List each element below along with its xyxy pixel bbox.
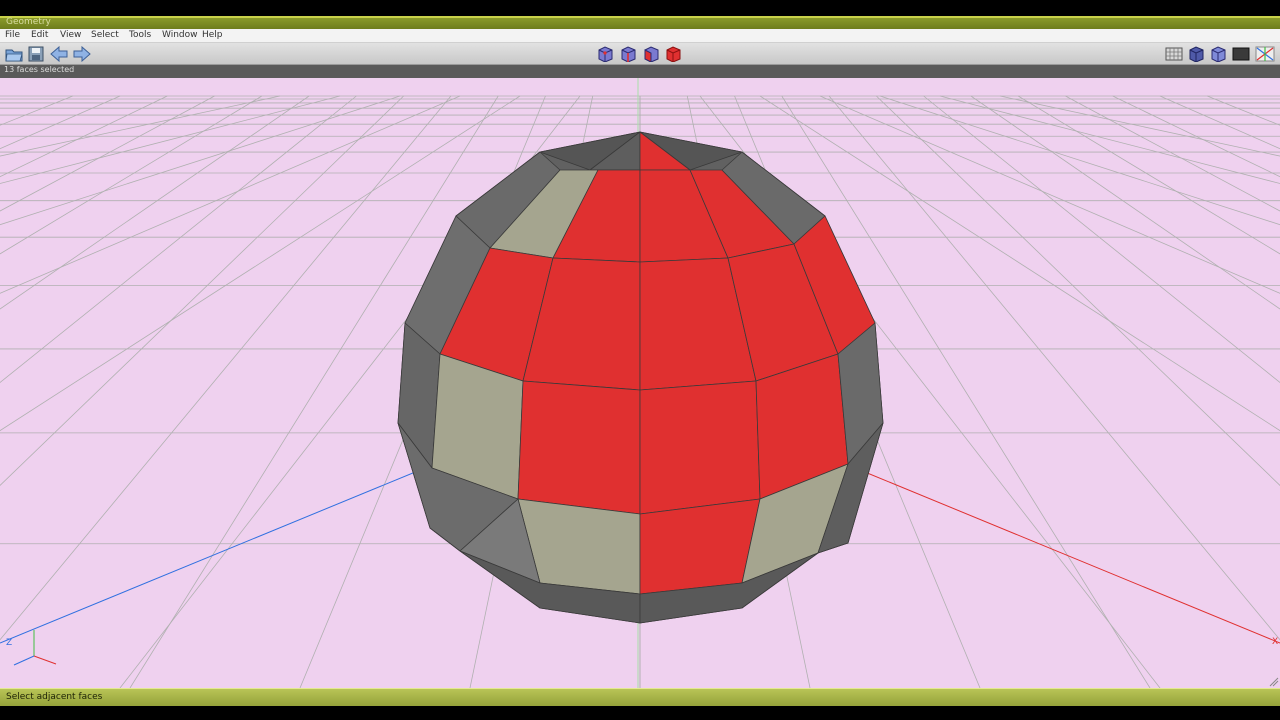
viewport-resize-grip[interactable] [1269,677,1279,687]
arrow-right-icon [73,45,91,63]
selection-info-text: 13 faces selected [4,65,75,74]
grid-icon [1165,47,1183,61]
sphere-mesh[interactable] [397,131,884,624]
undo-button[interactable] [49,45,68,63]
cube-edge-icon [621,46,636,63]
face-eq-center-right-selected[interactable] [639,380,761,515]
body-select-mode-button[interactable] [664,46,682,63]
z-axis-line [0,467,426,644]
edge-select-mode-button[interactable] [619,46,637,63]
menu-select[interactable]: Select [91,30,119,40]
x-axis-line [859,469,1280,644]
shaded-cube-icon [1189,46,1204,63]
folder-icon [5,49,23,62]
axes-view-button[interactable] [1255,46,1275,62]
save-button[interactable] [27,46,45,62]
redo-button[interactable] [72,45,91,63]
menu-view[interactable]: View [60,30,81,40]
selection-info-bar: 13 faces selected [0,65,1280,78]
menu-help[interactable]: Help [202,30,223,40]
open-file-button[interactable] [5,46,23,62]
status-message: Select adjacent faces [6,692,103,702]
vertex-select-mode-button[interactable] [596,46,614,63]
cube-vertex-icon [598,46,613,63]
viewport-canvas[interactable]: X Z [0,78,1280,689]
menu-file[interactable]: File [5,30,20,40]
menu-edit[interactable]: Edit [31,30,48,40]
window-title-bar[interactable]: Geometry [0,16,1280,29]
axes-icon [1255,46,1275,62]
menu-bar: File Edit View Select Tools Window Help [0,29,1280,43]
cube-body-icon [666,46,681,63]
menu-window[interactable]: Window [162,30,198,40]
shaded-view-button[interactable] [1187,46,1205,63]
face-low-center-selected[interactable] [639,498,761,595]
smooth-view-button[interactable] [1209,46,1227,63]
3d-viewport[interactable]: X Z [0,78,1280,689]
save-icon [28,46,44,62]
z-axis-label: Z [6,638,12,648]
smooth-cube-icon [1211,46,1226,63]
cube-face-icon [644,46,659,63]
x-axis-label: X [1272,637,1278,647]
window-title: Geometry [6,17,51,27]
face-select-mode-button[interactable] [642,46,660,63]
arrow-left-icon [50,45,68,63]
toggle-grid-button[interactable] [1165,46,1183,62]
menu-tools[interactable]: Tools [129,30,151,40]
orientation-gizmo [13,630,57,666]
background-view-button[interactable] [1232,46,1250,62]
face-eq-center-selected[interactable] [517,380,641,515]
status-bar: Select adjacent faces [0,688,1280,706]
toolbar [0,43,1280,65]
dark-square-icon [1232,47,1250,61]
